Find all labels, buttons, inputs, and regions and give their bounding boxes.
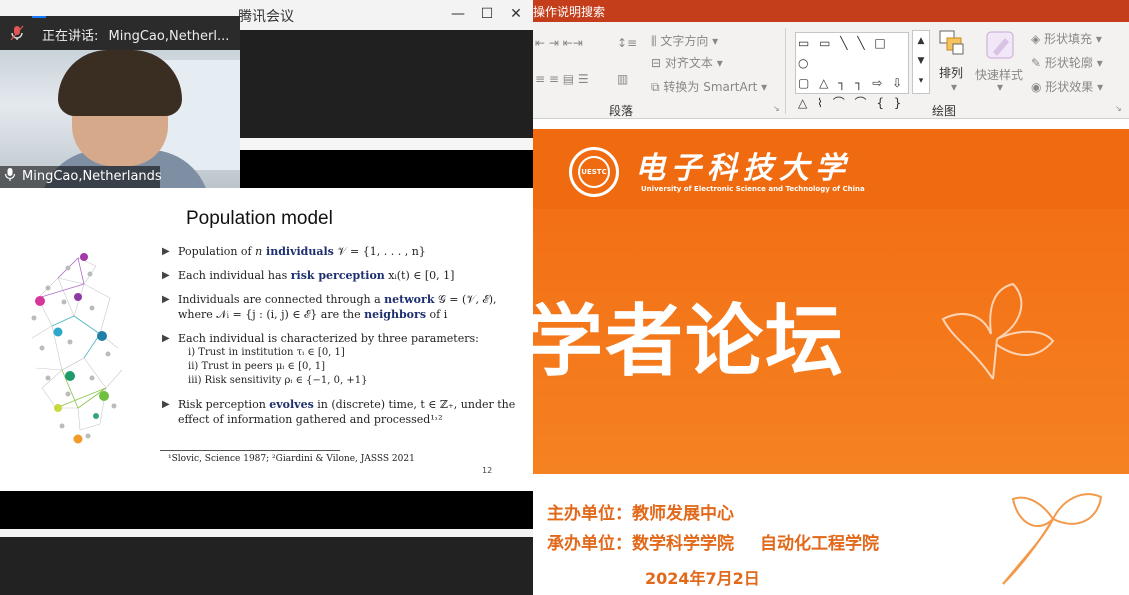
- shared-window-titlebar: [240, 138, 533, 150]
- triangle-bullet-icon: ▶: [162, 333, 170, 344]
- footnote-rule: [160, 450, 340, 451]
- shape-outline-button[interactable]: ✎ 形状轮廓 ▾: [1031, 54, 1103, 71]
- dialog-launcher-icon[interactable]: ↘: [1115, 104, 1122, 113]
- sub-item: iii) Risk sensitivity ρᵢ ∈ {−1, 0, +1}: [188, 375, 368, 386]
- participant-name-bar: MingCao,Netherlands: [0, 166, 162, 188]
- mic-icon: [10, 25, 24, 45]
- sub-item: i) Trust in institution τᵢ ∈ [0, 1]: [188, 347, 345, 358]
- arrange-icon[interactable]: [937, 28, 967, 61]
- meeting-window: 腾讯会议 — ☐ ✕ 正在讲话: MingCao,Netherl... Ming…: [0, 0, 533, 595]
- organizer-value-2: 自动化工程学院: [760, 534, 879, 554]
- triangle-bullet-icon: ▶: [162, 270, 170, 281]
- mic-icon: [4, 166, 16, 188]
- meeting-app-title: 腾讯会议: [238, 9, 294, 25]
- triangle-bullet-icon: ▶: [162, 294, 170, 305]
- close-button[interactable]: ✕: [506, 4, 526, 24]
- sub-item: ii) Trust in peers μᵢ ∈ [0, 1]: [188, 361, 325, 372]
- quick-styles-dropdown-icon[interactable]: ▾: [997, 80, 1003, 94]
- bullet-item: ▶ Individuals are connected through a ne…: [162, 293, 497, 321]
- text-direction-button[interactable]: ⫼ 文字方向 ▾: [651, 32, 718, 49]
- shape-effects-button[interactable]: ◉ 形状效果 ▾: [1031, 78, 1103, 95]
- bullet-item: ▶ Each individual is characterized by th…: [160, 331, 528, 388]
- page-number: 12: [482, 466, 493, 475]
- bullet-item: ▶ Each individual has risk perception xᵢ…: [162, 269, 455, 282]
- speaking-label: 正在讲话:: [42, 29, 99, 44]
- triangle-bullet-icon: ▶: [162, 399, 170, 410]
- university-name-cn: 电子科技大学: [635, 151, 851, 186]
- participant-video[interactable]: MingCao,Netherlands: [0, 50, 240, 188]
- slide-bullet-list: ▶ Population of n individuals 𝒱 = {1, . …: [160, 244, 528, 436]
- parameter-sublist: i) Trust in institution τᵢ ∈ [0, 1] ii) …: [178, 346, 528, 388]
- align-icon[interactable]: ≡ ≡ ▤ ☰: [535, 72, 589, 86]
- convert-smartart-button[interactable]: ⧉ 转换为 SmartArt ▾: [651, 78, 767, 95]
- shapes-gallery[interactable]: ▭ ▭ ╲ ╲ □ ○ ▢ △ ┐ ┐ ⇨ ⇩ △ ⌇ ⌒ ⌒ { }: [795, 32, 909, 110]
- gallery-scroll[interactable]: ▲ ▼ ▾: [912, 30, 930, 94]
- search-hint: 操作说明搜索: [533, 5, 606, 19]
- slide-canvas[interactable]: UESTC 电子科技大学 University of Electronic Sc…: [533, 119, 1129, 595]
- paragraph-group-label: 段落: [609, 104, 634, 118]
- uestc-logo: UESTC: [569, 147, 619, 197]
- forum-title: 学者论坛: [533, 297, 846, 387]
- triangle-bullet-icon: ▶: [162, 246, 170, 257]
- arrange-button[interactable]: 排列: [939, 64, 963, 81]
- organizer-label: 承办单位：: [547, 534, 632, 554]
- dialog-launcher-icon[interactable]: ↘: [773, 104, 780, 113]
- app-icon: [32, 16, 46, 18]
- footnote: ¹Slovic, Science 1987; ²Giardini & Vilon…: [168, 454, 415, 464]
- columns-icon[interactable]: ▥: [617, 72, 628, 86]
- organizer-value-1: 数学科学学院: [632, 534, 734, 554]
- indent-icon[interactable]: ⇤ ⇥ ⇤⇥: [535, 36, 583, 50]
- slide-title: Population model: [186, 208, 333, 229]
- organizer-line: 承办单位：数学科学学院 自动化工程学院: [547, 529, 879, 554]
- tell-me-search[interactable]: 操作说明搜索: [533, 0, 1129, 22]
- shape-fill-button[interactable]: ◈ 形状填充 ▾: [1031, 30, 1102, 47]
- shared-window-statusbar: [0, 529, 533, 537]
- bullet-item: ▶ Population of n individuals 𝒱 = {1, . …: [162, 245, 426, 258]
- shared-slide: Population model ▶ Population of n indiv…: [0, 188, 533, 491]
- participant-name: MingCao,Netherlands: [22, 169, 162, 184]
- drawing-group-label: 绘图: [932, 104, 957, 118]
- host-line: 主办单位：教师发展中心: [547, 499, 734, 524]
- speaking-name: MingCao,Netherl...: [108, 29, 230, 44]
- quick-styles-icon[interactable]: [985, 30, 1015, 63]
- align-text-button[interactable]: ⊟ 对齐文本 ▾: [651, 54, 723, 71]
- minimize-button[interactable]: —: [448, 4, 468, 24]
- university-name-en: University of Electronic Science and Tec…: [641, 185, 865, 193]
- host-value: 教师发展中心: [632, 504, 734, 524]
- bullet-item: ▶ Risk perception evolves in (discrete) …: [162, 398, 516, 426]
- ginkgo-leaf-icon: [1002, 493, 1103, 585]
- ginkgo-leaf-icon: [941, 282, 1055, 380]
- host-label: 主办单位：: [547, 504, 632, 524]
- arrange-dropdown-icon[interactable]: ▾: [951, 80, 957, 94]
- event-date: 2024年7月2日: [645, 569, 760, 588]
- maximize-button[interactable]: ☐: [477, 4, 497, 24]
- powerpoint-window: 操作说明搜索 ⇤ ⇥ ⇤⇥ ≡ ≡ ▤ ☰ ↕≡ ▥ ⫼ 文字方向 ▾ ⊟ 对齐…: [533, 0, 1129, 595]
- network-graph-figure: [31, 253, 123, 444]
- ribbon: ⇤ ⇥ ⇤⇥ ≡ ≡ ▤ ☰ ↕≡ ▥ ⫼ 文字方向 ▾ ⊟ 对齐文本 ▾ ⧉ …: [533, 22, 1129, 119]
- line-spacing-icon[interactable]: ↕≡: [617, 36, 637, 50]
- speaking-indicator: 正在讲话: MingCao,Netherl...: [0, 16, 240, 50]
